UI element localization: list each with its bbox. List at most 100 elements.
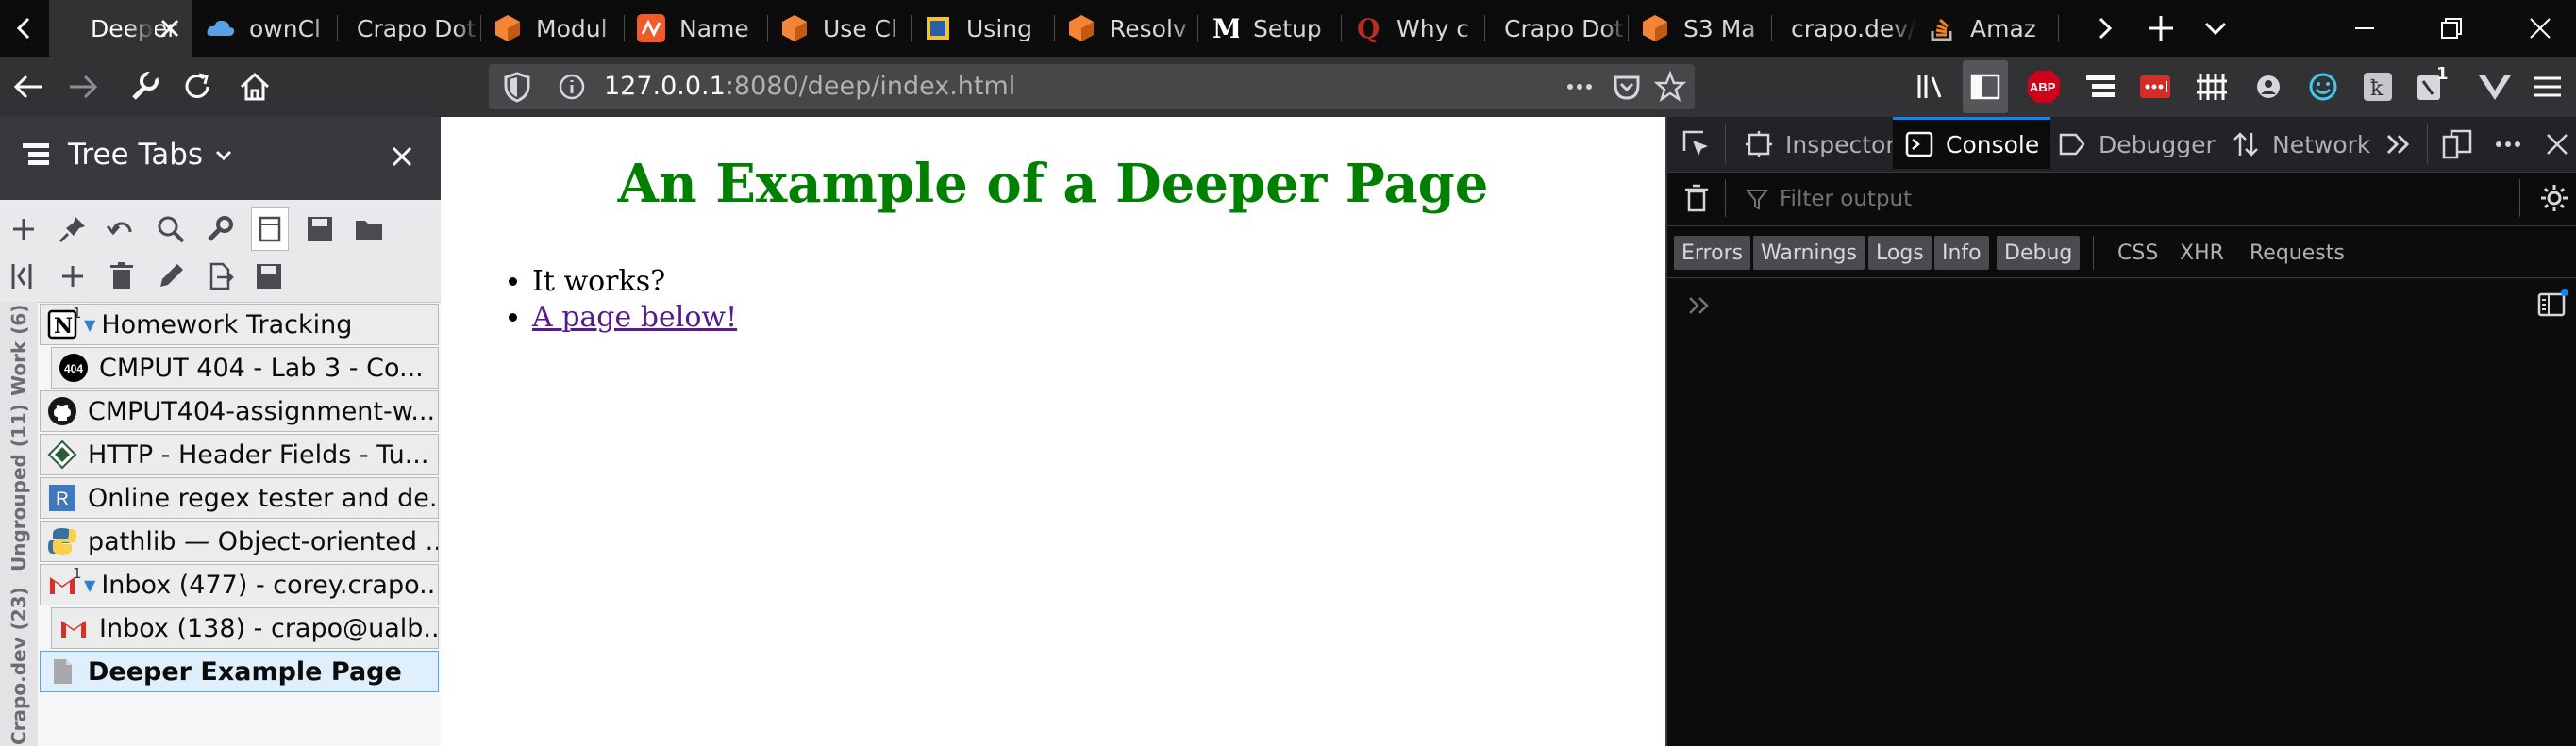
tab-modul[interactable]: Modul	[481, 0, 625, 57]
collapse-groups-icon[interactable]	[6, 258, 42, 294]
hacker-extension-button[interactable]: ꝁ	[2359, 68, 2397, 106]
tab-s3[interactable]: S3 Ma	[1629, 0, 1772, 57]
save-disk-icon[interactable]	[251, 258, 287, 294]
tab-name[interactable]: Name	[625, 0, 768, 57]
tracking-protection-shield-icon[interactable]	[500, 70, 534, 104]
tree-tab-homework-tracking[interactable]: N 1 ▼ Homework Tracking	[40, 304, 439, 345]
responsive-design-button[interactable]	[2440, 127, 2474, 161]
tab-list-button[interactable]	[2199, 11, 2233, 45]
pencil-edit-icon[interactable]	[153, 258, 189, 294]
reload-button[interactable]	[179, 68, 217, 106]
devtools-tab-inspector[interactable]: Inspector	[1744, 117, 1896, 172]
tab-setup[interactable]: M Setup	[1198, 0, 1342, 57]
page-below-link[interactable]: A page below!	[532, 301, 737, 334]
tab-crapo-dev[interactable]: crapo.dev/	[1772, 0, 1915, 57]
tree-tab-online-regex-tester[interactable]: R Online regex tester and de...	[40, 477, 439, 519]
expand-arrow-icon[interactable]: ▼	[84, 576, 95, 594]
element-picker-button[interactable]	[1680, 127, 1714, 161]
filter-debug-button[interactable]: Debug	[1997, 236, 2081, 270]
filter-css-button[interactable]: CSS	[2110, 236, 2166, 270]
filter-logs-button[interactable]: Logs	[1868, 236, 1932, 270]
aws-cube-icon	[779, 13, 810, 43]
lastpass-button[interactable]	[2136, 68, 2174, 106]
devtools-tab-console[interactable]: Console	[1893, 117, 2051, 169]
filter-errors-button[interactable]: Errors	[1674, 236, 1751, 270]
devtools-tab-debugger[interactable]: Debugger	[2057, 117, 2216, 172]
page-actions-button[interactable]	[1563, 70, 1597, 104]
view-toggle-button[interactable]	[251, 207, 289, 251]
grid-icon	[2197, 74, 2227, 100]
tab-crapo-dot-2[interactable]: Crapo Dot	[1485, 0, 1629, 57]
tabs-scroll-right-button[interactable]	[2087, 11, 2121, 45]
close-tab-icon[interactable]	[157, 15, 183, 41]
sidebar-toggle-button[interactable]	[1963, 60, 2008, 113]
tab-use-cl[interactable]: Use Cl	[768, 0, 912, 57]
menu-button[interactable]	[2529, 68, 2567, 106]
folder-icon[interactable]	[351, 211, 387, 247]
trash-icon[interactable]	[104, 258, 140, 294]
export-icon[interactable]	[202, 258, 238, 294]
tab-owncloud[interactable]: ownCl	[194, 0, 338, 57]
tree-tab-cmput404-assignment[interactable]: CMPUT404-assignment-w...	[40, 390, 439, 432]
tree-tab-inbox-138[interactable]: Inbox (138) - crapo@ualb...	[51, 607, 439, 649]
console-input[interactable]	[1667, 279, 2517, 336]
filter-output-input[interactable]: Filter output	[1744, 182, 2508, 216]
filter-requests-button[interactable]: Requests	[2242, 236, 2352, 270]
group-label-crapo-dev[interactable]: Crapo.dev (23)	[8, 587, 30, 745]
tree-tab-cmput-404-lab-3[interactable]: 404 CMPUT 404 - Lab 3 - Co...	[51, 347, 439, 389]
account-button[interactable]	[2250, 68, 2287, 106]
filter-xhr-button[interactable]: XHR	[2172, 236, 2232, 270]
smiley-extension-button[interactable]	[2304, 68, 2342, 106]
new-tab-button[interactable]	[2144, 11, 2178, 45]
tabs-scroll-left-button[interactable]	[8, 11, 42, 45]
new-tab-plus-icon[interactable]	[6, 211, 42, 247]
home-button[interactable]	[236, 68, 274, 106]
tab-resolv[interactable]: Resolv	[1055, 0, 1198, 57]
devtools-close-button[interactable]	[2540, 127, 2574, 161]
tab-crapo-dot-1[interactable]: Crapo Dot	[338, 0, 481, 57]
filter-warnings-button[interactable]: Warnings	[1753, 236, 1865, 270]
expand-arrow-icon[interactable]: ▼	[84, 316, 95, 334]
devtools-tab-network[interactable]: Network	[2231, 117, 2370, 172]
tree-tab-inbox-477[interactable]: 1 ▼ Inbox (477) - corey.crapo...	[40, 564, 439, 605]
forward-button[interactable]	[64, 68, 102, 106]
settings-wrench-icon[interactable]	[202, 211, 238, 247]
vue-devtools-button[interactable]	[2476, 68, 2514, 106]
customize-button[interactable]	[125, 68, 162, 106]
devtools-options-button[interactable]	[2491, 127, 2525, 161]
close-window-button[interactable]	[2523, 11, 2557, 45]
minimize-button[interactable]	[2348, 11, 2382, 45]
console-settings-button[interactable]	[2538, 182, 2570, 214]
group-label-ungrouped[interactable]: Ungrouped (11)	[8, 404, 30, 572]
tree-tab-pathlib[interactable]: pathlib — Object-oriented ...	[40, 521, 439, 562]
add-group-plus-icon[interactable]	[55, 258, 91, 294]
search-icon[interactable]	[153, 211, 189, 247]
back-button[interactable]	[9, 68, 47, 106]
tree-tab-http-header-fields[interactable]: HTTP - Header Fields - Tu...	[40, 434, 439, 475]
bookmark-star-button[interactable]	[1653, 70, 1687, 104]
tab-using[interactable]: Using	[912, 0, 1055, 57]
tab-why[interactable]: Q Why c	[1342, 0, 1485, 57]
undo-close-icon[interactable]	[104, 211, 140, 247]
extension-grid-button[interactable]	[2193, 68, 2231, 106]
save-disk-icon[interactable]	[302, 211, 338, 247]
restore-button[interactable]	[2434, 11, 2468, 45]
site-info-icon[interactable]	[555, 70, 589, 104]
adblock-plus-button[interactable]: ABP	[2025, 68, 2063, 106]
pin-icon[interactable]	[55, 211, 91, 247]
arrow-right-icon	[70, 75, 98, 99]
close-sidebar-button[interactable]	[387, 141, 417, 172]
tab-deeper[interactable]: Deeper	[49, 0, 192, 57]
notification-extension-button[interactable]: 1	[2412, 64, 2453, 106]
devtools-more-tabs-button[interactable]	[2382, 127, 2416, 161]
tab-amaz[interactable]: Amaz	[1915, 0, 2059, 57]
sidebar-switcher[interactable]: Tree Tabs	[19, 138, 235, 172]
tree-tab-deeper-example-page[interactable]: Deeper Example Page	[40, 651, 439, 692]
toggle-editor-button[interactable]	[2536, 289, 2568, 321]
library-button[interactable]	[1912, 68, 1949, 106]
tree-tabs-button[interactable]	[2082, 68, 2119, 106]
filter-info-button[interactable]: Info	[1934, 236, 1989, 270]
group-label-work[interactable]: Work (6)	[8, 305, 30, 396]
clear-console-button[interactable]	[1680, 181, 1714, 215]
pocket-button[interactable]	[1610, 70, 1644, 104]
